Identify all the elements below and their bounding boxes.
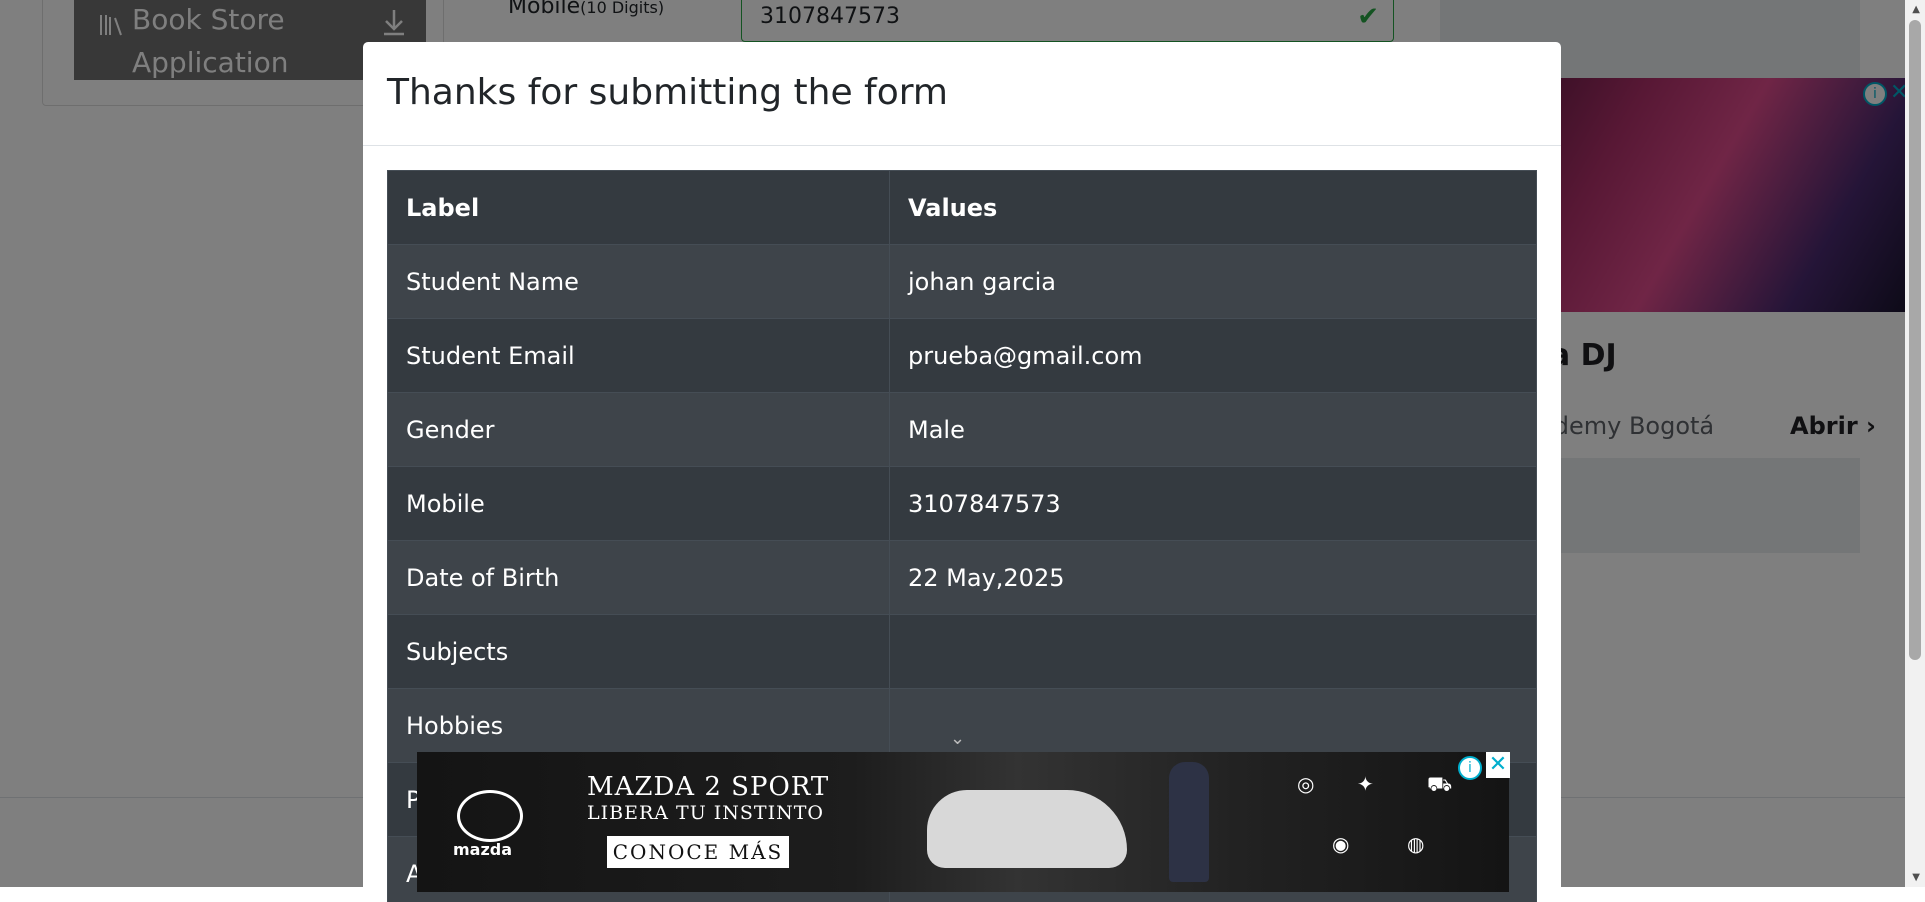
airbag-icon: ✦ (1357, 772, 1374, 796)
scrollbar[interactable]: ▲ ▼ (1905, 0, 1925, 887)
abs-icon: ◍ (1407, 832, 1424, 856)
table-row: Student Emailprueba@gmail.com (388, 319, 1537, 393)
row-value (890, 615, 1537, 689)
table-row: Mobile3107847573 (388, 467, 1537, 541)
row-label: Date of Birth (388, 541, 890, 615)
stability-control-icon: ◉ (1332, 832, 1349, 856)
row-value: 3107847573 (890, 467, 1537, 541)
modal-header: Thanks for submitting the form (363, 42, 1561, 146)
car-image (927, 790, 1127, 868)
table-row: Subjects (388, 615, 1537, 689)
row-label: Subjects (388, 615, 890, 689)
table-row: Student Namejohan garcia (388, 245, 1537, 319)
table-header-row: Label Values (388, 171, 1537, 245)
column-header-values: Values (890, 171, 1537, 245)
scroll-down-arrow-icon[interactable]: ▼ (1912, 872, 1920, 883)
row-label: Mobile (388, 467, 890, 541)
bottom-ad-banner[interactable]: mazda MAZDA 2 SPORT LIBERA TU INSTINTO C… (417, 752, 1509, 892)
brand-name: mazda (453, 840, 512, 859)
safety-feature-icon: ◎ (1297, 772, 1314, 796)
column-header-label: Label (388, 171, 890, 245)
row-value: 22 May,2025 (890, 541, 1537, 615)
row-label: Student Name (388, 245, 890, 319)
brake-assist-icon: ⛟ (1427, 772, 1452, 799)
row-value: johan garcia (890, 245, 1537, 319)
scroll-up-arrow-icon[interactable]: ▲ (1912, 4, 1920, 15)
feature-icons: ◎ ✦ ⛟ ◉ ◍ (1277, 762, 1497, 882)
chevron-down-icon[interactable]: ⌄ (950, 728, 965, 749)
row-value: prueba@gmail.com (890, 319, 1537, 393)
ad-cta-button[interactable]: CONOCE MÁS (607, 836, 789, 868)
modal-title: Thanks for submitting the form (387, 72, 948, 113)
row-label: Gender (388, 393, 890, 467)
row-label: Student Email (388, 319, 890, 393)
table-row: Date of Birth22 May,2025 (388, 541, 1537, 615)
bottom-ad-close-icon[interactable]: ✕ (1486, 752, 1510, 778)
person-image (1169, 762, 1209, 882)
scroll-thumb[interactable] (1909, 20, 1921, 660)
bottom-ad-info-icon[interactable]: i (1458, 756, 1482, 780)
row-value: Male (890, 393, 1537, 467)
ad-tagline: LIBERA TU INSTINTO (587, 802, 824, 824)
mazda-logo-icon (457, 790, 523, 842)
ad-headline: MAZDA 2 SPORT (587, 772, 829, 802)
table-row: GenderMale (388, 393, 1537, 467)
